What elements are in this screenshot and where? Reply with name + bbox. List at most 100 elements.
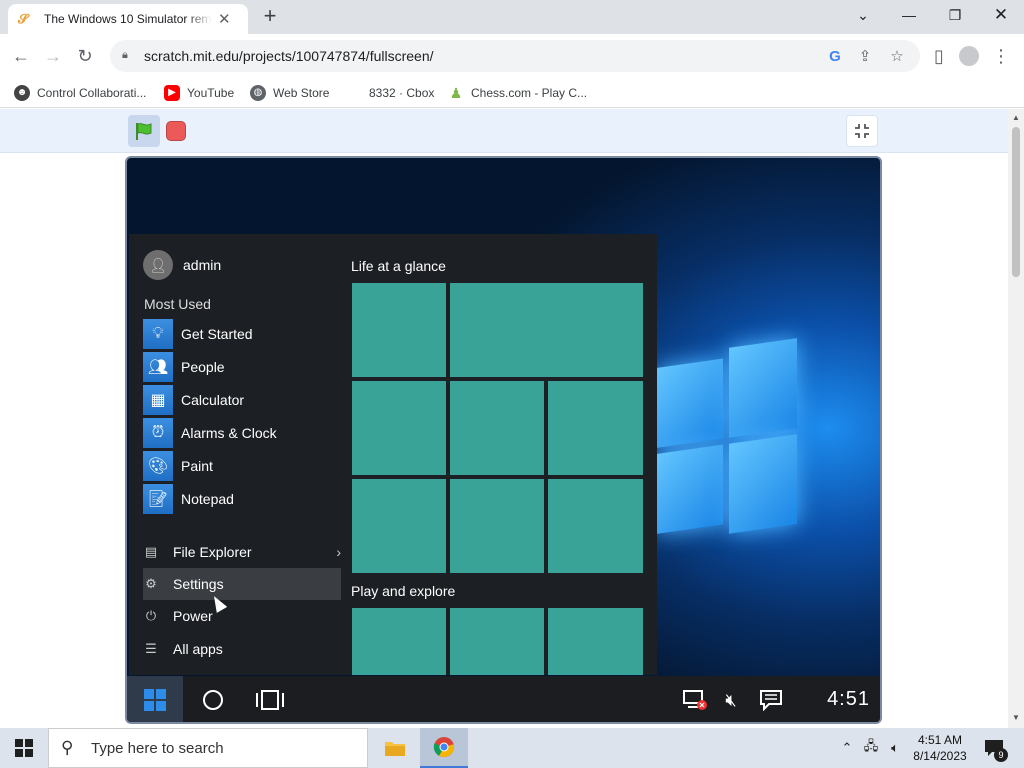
windows-icon bbox=[15, 739, 33, 757]
tile[interactable] bbox=[450, 608, 544, 675]
tile[interactable] bbox=[352, 381, 446, 475]
cortana-icon[interactable] bbox=[201, 688, 225, 712]
scratch-cat-icon: ☻ bbox=[14, 85, 30, 101]
restore-button[interactable]: ❐ bbox=[932, 0, 978, 30]
stop-button[interactable] bbox=[166, 121, 186, 141]
scratch-icon: 𝓢 bbox=[18, 11, 29, 26]
bookmark-label: YouTube bbox=[187, 86, 235, 100]
tile[interactable] bbox=[548, 608, 643, 675]
system-label: Settings bbox=[173, 576, 224, 592]
scrollbar-thumb[interactable] bbox=[1012, 127, 1020, 277]
network-icon[interactable]: 🖧︎ bbox=[860, 728, 882, 768]
action-center-icon[interactable] bbox=[757, 688, 785, 712]
new-tab-button[interactable]: + bbox=[260, 5, 280, 27]
green-flag-button[interactable] bbox=[128, 115, 160, 147]
address-bar[interactable]: 🔒︎ scratch.mit.edu/projects/100747874/fu… bbox=[110, 40, 920, 72]
close-tab-icon[interactable]: ✕ bbox=[218, 10, 231, 28]
tile[interactable] bbox=[548, 479, 643, 573]
scroll-down-icon[interactable]: ▼ bbox=[1012, 713, 1020, 722]
scratch-stage[interactable]: 👤︎ admin Most Used 💡︎ Get Started 👥︎ Peo… bbox=[125, 156, 882, 724]
google-icon[interactable]: G bbox=[826, 48, 844, 66]
volume-icon[interactable]: 🔈︎ bbox=[884, 728, 906, 768]
app-notepad[interactable]: 📝︎ Notepad bbox=[143, 484, 234, 514]
close-window-button[interactable]: ✕ bbox=[978, 0, 1024, 30]
tile[interactable] bbox=[352, 283, 446, 377]
lock-icon[interactable]: 🔒︎ bbox=[122, 49, 134, 63]
most-used-header: Most Used bbox=[144, 296, 211, 312]
system-power[interactable]: ⏻ Power bbox=[143, 608, 213, 624]
url-text[interactable]: scratch.mit.edu/projects/100747874/fulls… bbox=[144, 48, 434, 64]
share-icon[interactable]: ⇪ bbox=[856, 48, 874, 66]
clock-date: 8/14/2023 bbox=[913, 749, 967, 763]
network-disconnected-icon[interactable] bbox=[681, 688, 709, 712]
system-label: Power bbox=[173, 608, 213, 624]
reload-button[interactable]: ↻ bbox=[72, 43, 98, 69]
task-view-icon[interactable] bbox=[253, 688, 287, 712]
app-get-started[interactable]: 💡︎ Get Started bbox=[143, 319, 253, 349]
browser-toolbar: ← → ↻ 🔒︎ scratch.mit.edu/projects/100747… bbox=[0, 34, 1024, 78]
bookmark-label: Chess.com - Play C... bbox=[471, 86, 588, 100]
bookmark-item[interactable]: ♟ Chess.com - Play C... bbox=[448, 82, 587, 104]
app-label: Notepad bbox=[181, 491, 234, 507]
app-label: Alarms & Clock bbox=[181, 425, 277, 441]
file-explorer-taskbar-icon[interactable] bbox=[371, 728, 419, 768]
start-menu: 👤︎ admin Most Used 💡︎ Get Started 👥︎ Peo… bbox=[129, 234, 657, 675]
exit-fullscreen-icon bbox=[855, 124, 869, 138]
windows-logo-wallpaper bbox=[657, 338, 797, 548]
tile[interactable] bbox=[352, 479, 446, 573]
profile-avatar[interactable] bbox=[956, 43, 982, 69]
chrome-taskbar-icon[interactable] bbox=[420, 728, 468, 768]
clock-time: 4:51 AM bbox=[917, 733, 963, 747]
app-alarms-clock[interactable]: ⏰︎ Alarms & Clock bbox=[143, 418, 277, 448]
file-explorer-icon: ▤ bbox=[144, 544, 158, 559]
user-name: admin bbox=[183, 257, 222, 273]
forward-button[interactable]: → bbox=[40, 43, 66, 69]
bookmark-item[interactable]: ◍ Web Store bbox=[250, 82, 329, 104]
tile[interactable] bbox=[450, 479, 544, 573]
bookmark-item[interactable]: ☻ Control Collaborati... bbox=[14, 82, 146, 104]
sim-taskbar: 🔇︎ 4:51 bbox=[127, 676, 880, 722]
notifications-button[interactable]: 9 bbox=[980, 728, 1008, 768]
volume-muted-icon[interactable]: 🔇︎ bbox=[719, 688, 743, 712]
system-settings[interactable]: ⚙︎ Settings bbox=[143, 576, 224, 592]
app-calculator[interactable]: ▦ Calculator bbox=[143, 385, 244, 415]
menu-kebab-icon[interactable]: ⋮ bbox=[988, 43, 1014, 69]
app-people[interactable]: 👥︎ People bbox=[143, 352, 225, 382]
tab-search-icon[interactable]: ⌄ bbox=[840, 0, 886, 30]
tile[interactable] bbox=[548, 381, 643, 475]
user-avatar-icon: 👤︎ bbox=[143, 250, 173, 280]
bookmark-star-icon[interactable]: ☆ bbox=[888, 48, 906, 66]
browser-tab[interactable]: 𝓢 The Windows 10 Simulator remi ✕ bbox=[8, 4, 248, 34]
bookmark-label: 8332 · Cbox bbox=[369, 86, 435, 100]
settings-gear-icon: ⚙︎ bbox=[145, 576, 157, 591]
system-label: File Explorer bbox=[173, 544, 252, 560]
chess-icon: ♟ bbox=[449, 85, 463, 101]
chevron-up-icon[interactable]: ⌃ bbox=[838, 728, 856, 768]
bookmark-label: Control Collaborati... bbox=[37, 86, 147, 100]
system-label: All apps bbox=[173, 641, 223, 657]
taskbar-search-box[interactable]: ⚲ Type here to search bbox=[48, 728, 368, 768]
system-clock[interactable]: 4:51 AM 8/14/2023 bbox=[905, 732, 975, 764]
app-label: People bbox=[181, 359, 225, 375]
exit-fullscreen-button[interactable] bbox=[846, 115, 878, 147]
app-label: Get Started bbox=[181, 326, 253, 342]
side-panel-icon[interactable]: ▯ bbox=[926, 43, 952, 69]
system-file-explorer[interactable]: ▤ File Explorer › bbox=[143, 544, 341, 560]
windows-start-button[interactable] bbox=[0, 728, 48, 768]
app-paint[interactable]: 🎨︎ Paint bbox=[143, 451, 213, 481]
tile[interactable] bbox=[352, 608, 446, 675]
user-account[interactable]: 👤︎ admin bbox=[143, 250, 221, 280]
tab-title: The Windows 10 Simulator remi bbox=[44, 12, 212, 26]
system-all-apps[interactable]: ☰ All apps bbox=[143, 641, 223, 657]
all-apps-icon: ☰ bbox=[145, 641, 157, 656]
minimize-button[interactable]: — bbox=[886, 0, 932, 30]
page-scrollbar[interactable]: ▲ ▼ bbox=[1008, 109, 1024, 728]
sim-start-button[interactable] bbox=[127, 676, 183, 722]
scroll-up-icon[interactable]: ▲ bbox=[1012, 113, 1020, 122]
tile-wide[interactable] bbox=[450, 283, 643, 377]
bookmark-item[interactable]: 8332 · Cbox bbox=[346, 82, 434, 104]
windows-icon bbox=[144, 689, 166, 711]
back-button[interactable]: ← bbox=[8, 43, 34, 69]
bookmark-item[interactable]: ▶ YouTube bbox=[164, 82, 234, 104]
tile[interactable] bbox=[450, 381, 544, 475]
